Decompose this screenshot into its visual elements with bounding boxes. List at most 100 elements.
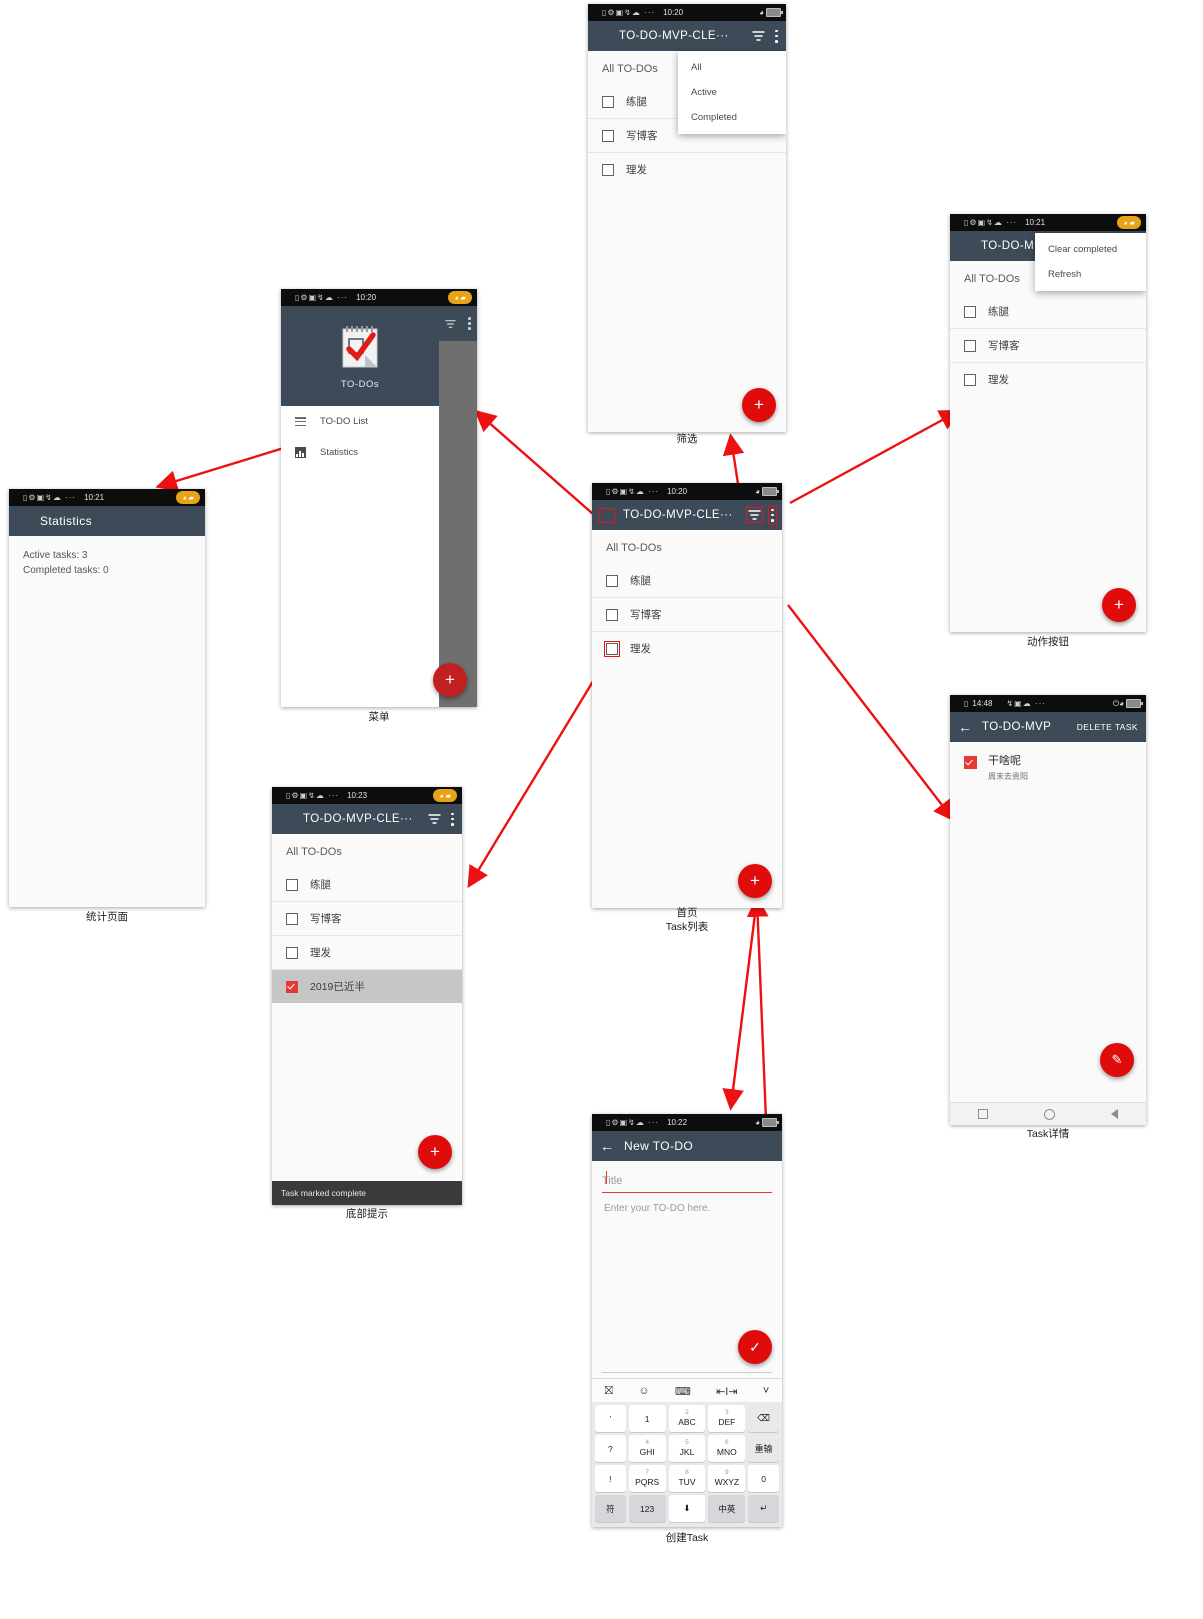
task-label: 理发 [630,643,651,655]
key[interactable]: ! [595,1465,626,1492]
task-checkbox[interactable] [606,574,618,587]
funnel-icon[interactable] [752,30,765,42]
clear-key[interactable]: 重输 [748,1435,779,1462]
key[interactable]: 2 ABC [668,1405,706,1432]
menu-item-all[interactable]: All [678,55,786,80]
key-main: ’ [609,1413,612,1424]
nav-drawer: TO-DOs TO-DO List Statistics [281,306,439,707]
task-checkbox[interactable] [964,756,977,769]
status-time: 10:20 [356,293,377,302]
status-time: 10:20 [663,8,684,17]
status-icons: ▯⚙▣↯☁ ··· [286,791,340,800]
list-item[interactable]: 2019已近半 [272,969,462,1003]
task-checkbox[interactable] [606,608,618,621]
task-checkbox[interactable] [964,373,976,386]
keyboard: ’ 1 2 ABC 3 DEF ⌫ ? 4 GHI 5 JKL 6 MNO 重输 ! 7P… [592,1402,782,1527]
task-checkbox[interactable] [964,305,976,318]
key[interactable]: 5 JKL [668,1435,706,1462]
task-checkbox[interactable] [286,946,298,959]
list-item[interactable]: 写博客 [950,328,1146,362]
menu-item-active[interactable]: Active [678,80,786,105]
kebab-icon[interactable] [768,505,777,525]
statistics-body: Active tasks: 3 Completed tasks: 0 [9,536,205,590]
key-main: MNO [716,1447,737,1458]
hamburger-icon[interactable] [596,31,609,42]
numeric-key[interactable]: 123 [628,1495,666,1522]
drawer-app-label: TO-DOs [340,378,380,390]
key[interactable]: 1 [628,1405,666,1432]
drawer-item-todo-list[interactable]: TO-DO List [281,406,439,437]
task-checkbox[interactable] [286,912,298,925]
list-item[interactable]: 练腿 [592,564,782,597]
triangle-back-icon[interactable] [1111,1109,1118,1119]
list-item[interactable]: 写博客 [272,901,462,935]
back-arrow-icon[interactable]: ← [958,720,972,734]
back-arrow-icon[interactable]: ← [600,1139,614,1153]
hamburger-icon[interactable] [958,241,971,252]
key[interactable]: ’ [595,1405,626,1432]
list-item[interactable]: 练腿 [950,295,1146,328]
key[interactable]: 4 GHI [628,1435,666,1462]
list-item[interactable]: 练腿 [272,868,462,901]
list-item[interactable]: 理发 [588,152,786,186]
status-icons-2: ↯▣☁ ··· [1006,699,1046,708]
hamburger-icon[interactable] [280,814,293,825]
circle-icon[interactable] [1044,1108,1055,1120]
app-bar: Statistics [9,506,205,536]
add-task-fab[interactable]: + [418,1135,452,1169]
keyboard-icon[interactable]: ⌨ [675,1385,691,1398]
task-checkbox[interactable] [602,163,614,176]
cursor-move-icon[interactable]: ⇤I⇥ [716,1385,738,1398]
hamburger-icon[interactable] [598,507,615,523]
list-item[interactable]: 理发 [592,631,782,665]
key[interactable]: 8 TUV [668,1465,706,1492]
list-item[interactable]: 理发 [950,362,1146,396]
key[interactable]: 7 PQRS [628,1465,666,1492]
delete-task-button[interactable]: DELETE TASK [1077,722,1138,732]
square-icon[interactable] [978,1109,988,1119]
menu-item-completed[interactable]: Completed [678,105,786,130]
menu-item-clear-completed[interactable]: Clear completed [1035,237,1146,262]
task-checkbox[interactable] [286,980,298,993]
task-checkbox[interactable] [602,129,614,142]
task-checkbox[interactable] [286,878,298,891]
edit-task-fab[interactable]: ✎ [1100,1043,1134,1077]
space-key[interactable]: ⬇ [668,1495,706,1522]
task-checkbox[interactable] [602,95,614,108]
add-task-fab[interactable]: + [433,663,467,697]
menu-item-refresh[interactable]: Refresh [1035,262,1146,287]
key[interactable]: 6 MNO [708,1435,746,1462]
hamburger-icon[interactable] [17,516,30,527]
task-label: 写博客 [626,130,658,142]
task-checkbox[interactable] [964,339,976,352]
funnel-icon[interactable] [428,813,441,825]
backspace-key[interactable]: ⌫ [748,1405,779,1432]
task-checkbox[interactable] [604,640,620,657]
collapse-icon[interactable]: ˅ [763,1385,769,1397]
task-label: 2019已近半 [310,981,365,993]
description-input[interactable]: Enter your TO-DO here. [592,1193,782,1224]
key[interactable]: ? [595,1435,626,1462]
kebab-icon[interactable] [451,812,454,826]
add-task-fab[interactable]: + [738,864,772,898]
funnel-icon[interactable] [746,507,763,523]
emoji-icon[interactable]: ☺ [638,1385,649,1397]
language-key[interactable]: 中英 [708,1495,746,1522]
kebab-icon[interactable] [775,29,778,43]
list-item[interactable]: 写博客 [592,597,782,631]
section-title: All TO-DOs [606,542,662,554]
add-task-fab[interactable]: + [1102,588,1136,622]
add-task-fab[interactable]: + [742,388,776,422]
drawer-item-statistics[interactable]: Statistics [281,437,439,468]
key[interactable]: 9 WXYZ [708,1465,746,1492]
title-input[interactable]: Title [602,1171,772,1193]
status-right-icons: ◕ [759,4,783,21]
key[interactable]: 0 [748,1465,779,1492]
save-task-fab[interactable]: ✓ [738,1330,772,1364]
symbols-key[interactable]: 符 [595,1495,626,1522]
task-label: 理发 [626,164,647,176]
list-item[interactable]: 理发 [272,935,462,969]
enter-key[interactable]: ↵ [748,1495,779,1522]
sogou-icon[interactable]: ⛝ [605,1385,613,1398]
key[interactable]: 3 DEF [708,1405,746,1432]
